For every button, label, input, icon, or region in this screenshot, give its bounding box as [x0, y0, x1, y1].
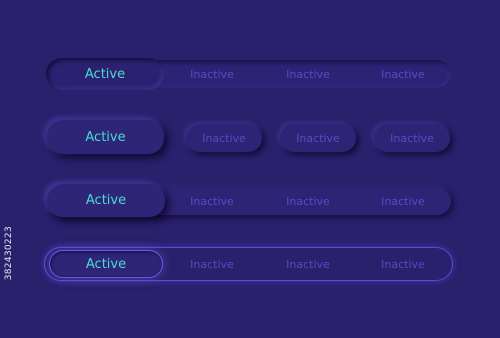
tab-label: Active [85, 193, 127, 208]
tab-inactive-1[interactable]: Inactive [168, 187, 256, 215]
tab-inactive-2[interactable]: Inactive [264, 60, 352, 88]
stock-id-label: 382430223 [4, 226, 14, 281]
tab-inactive-2[interactable]: Inactive [264, 187, 352, 215]
tab-inactive-1[interactable]: Inactive [168, 250, 256, 278]
tab-inactive-3[interactable]: Inactive [359, 187, 447, 215]
tab-label: Inactive [286, 194, 330, 208]
tab-inactive-3[interactable]: Inactive [359, 250, 447, 278]
tab-inactive-3[interactable]: Inactive [359, 60, 447, 88]
tab-label: Inactive [296, 131, 340, 145]
tab-bar-row-1: Active Inactive Inactive Inactive [0, 49, 500, 99]
tab-inactive-2[interactable]: Inactive [280, 124, 356, 152]
tab-inactive-2[interactable]: Inactive [264, 250, 352, 278]
tab-bar-showcase: Active Inactive Inactive Inactive Active… [0, 0, 500, 338]
tab-label: Inactive [202, 131, 246, 145]
tab-label: Inactive [286, 67, 330, 81]
tab-bar-row-3: Active Inactive Inactive Inactive [0, 176, 500, 226]
tab-label: Active [85, 256, 127, 272]
tab-label: Inactive [190, 194, 234, 208]
tab-inactive-3[interactable]: Inactive [374, 124, 450, 152]
tab-label: Inactive [381, 257, 425, 271]
tab-label: Active [85, 129, 126, 145]
tab-label: Inactive [390, 131, 434, 145]
tab-inactive-1[interactable]: Inactive [186, 124, 262, 152]
tab-label: Inactive [381, 194, 425, 208]
tab-bar-row-2: Active Inactive Inactive Inactive [0, 113, 500, 163]
tab-bar-row-4: Active Inactive Inactive Inactive [0, 239, 500, 289]
tab-label: Active [84, 66, 126, 82]
tab-active[interactable]: Active [47, 184, 165, 217]
tab-label: Inactive [381, 67, 425, 81]
tab-inactive-1[interactable]: Inactive [168, 60, 256, 88]
tab-label: Inactive [190, 257, 234, 271]
tab-active[interactable]: Active [47, 120, 164, 154]
tab-active[interactable]: Active [49, 250, 163, 278]
tab-label: Inactive [190, 67, 234, 81]
tab-label: Inactive [286, 257, 330, 271]
tab-active[interactable]: Active [46, 58, 164, 90]
